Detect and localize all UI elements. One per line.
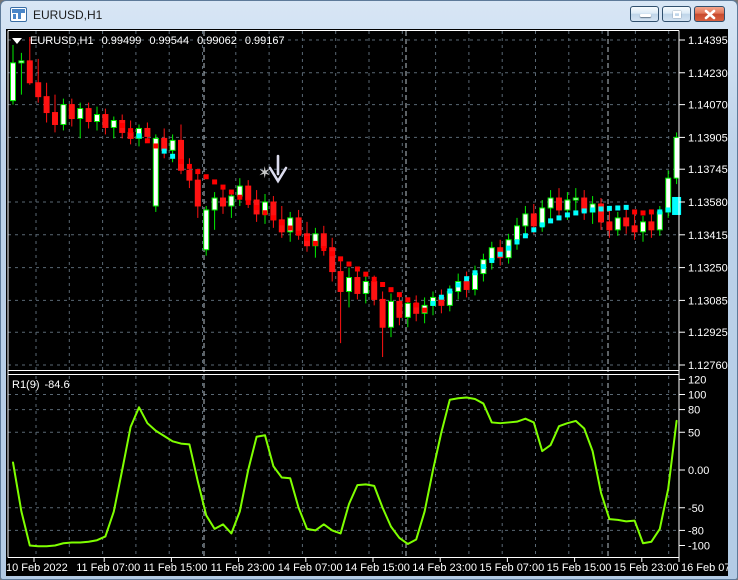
header-open: 0.99499	[101, 35, 142, 47]
ohlc-header: EURUSD,H1 0.99499 0.99544 0.99062 0.9916…	[12, 35, 285, 47]
header-high: 0.99544	[149, 35, 190, 47]
svg-text:1.13905: 1.13905	[688, 132, 728, 144]
svg-text:11 Feb 23:00: 11 Feb 23:00	[211, 562, 275, 574]
svg-text:-50: -50	[688, 503, 704, 515]
chart-client-area: ✶ 1.14395 1.14230 1.14070 1.13905 1.13745 1.13…	[6, 29, 737, 576]
svg-text:-100: -100	[688, 541, 710, 553]
svg-text:11 Feb 15:00: 11 Feb 15:00	[143, 562, 207, 574]
svg-text:15 Feb 07:00: 15 Feb 07:00	[479, 562, 544, 574]
svg-text:50: 50	[688, 427, 700, 439]
svg-text:16 Feb 07:00: 16 Feb 07:00	[681, 562, 728, 574]
svg-text:15 Feb 15:00: 15 Feb 15:00	[547, 562, 612, 574]
indicator-name: R1(9)	[12, 379, 40, 391]
svg-text:1.14070: 1.14070	[688, 100, 728, 112]
header-low: 0.99062	[197, 35, 237, 47]
svg-text:1.12925: 1.12925	[688, 327, 728, 339]
header-symbol: EURUSD,H1	[30, 35, 94, 47]
svg-text:1.14230: 1.14230	[688, 68, 728, 80]
minimize-icon	[640, 14, 651, 17]
svg-text:1.13415: 1.13415	[688, 230, 728, 242]
svg-text:14 Feb 15:00: 14 Feb 15:00	[345, 562, 410, 574]
svg-text:1.13745: 1.13745	[688, 164, 728, 176]
svg-text:1.12760: 1.12760	[688, 360, 728, 372]
svg-text:1.14395: 1.14395	[688, 35, 728, 47]
star-annotation: ✶	[258, 165, 271, 182]
maximize-icon	[673, 11, 681, 18]
svg-text:11 Feb 07:00: 11 Feb 07:00	[76, 562, 140, 574]
close-button[interactable]	[694, 6, 725, 22]
indicator-value: -84.6	[44, 379, 70, 391]
svg-text:1.13250: 1.13250	[688, 263, 728, 275]
close-icon	[704, 9, 716, 20]
symbol-dropdown-icon[interactable]	[12, 38, 22, 44]
svg-text:10 Feb 2022: 10 Feb 2022	[6, 562, 68, 574]
svg-text:15 Feb 23:00: 15 Feb 23:00	[614, 562, 679, 574]
svg-text:14 Feb 23:00: 14 Feb 23:00	[412, 562, 477, 574]
maximize-button[interactable]	[662, 6, 691, 22]
svg-text:1.13085: 1.13085	[688, 295, 728, 307]
header-close: 0.99167	[244, 35, 285, 47]
svg-text:80: 80	[688, 405, 700, 417]
window-controls	[630, 6, 725, 22]
svg-text:100: 100	[688, 390, 706, 402]
svg-text:14 Feb 07:00: 14 Feb 07:00	[278, 562, 343, 574]
chart-canvas[interactable]: ✶ 1.14395 1.14230 1.14070 1.13905 1.13745 1.13…	[6, 29, 737, 576]
svg-text:-80: -80	[688, 525, 704, 537]
svg-text:0.00: 0.00	[688, 465, 709, 477]
svg-text:120: 120	[688, 374, 706, 386]
minimize-button[interactable]	[630, 6, 659, 22]
chart-window-icon	[10, 7, 27, 22]
window-title: EURUSD,H1	[33, 8, 103, 22]
indicator-label: R1(9) -84.6	[12, 379, 70, 391]
svg-text:1.13580: 1.13580	[688, 197, 728, 209]
titlebar[interactable]: EURUSD,H1	[1, 1, 737, 29]
mt4-chart-window: EURUSD,H1 ✶ 1.14395 1.14230 1.14070 1.13905 1…	[0, 0, 738, 580]
svg-text:✶: ✶	[258, 165, 271, 182]
